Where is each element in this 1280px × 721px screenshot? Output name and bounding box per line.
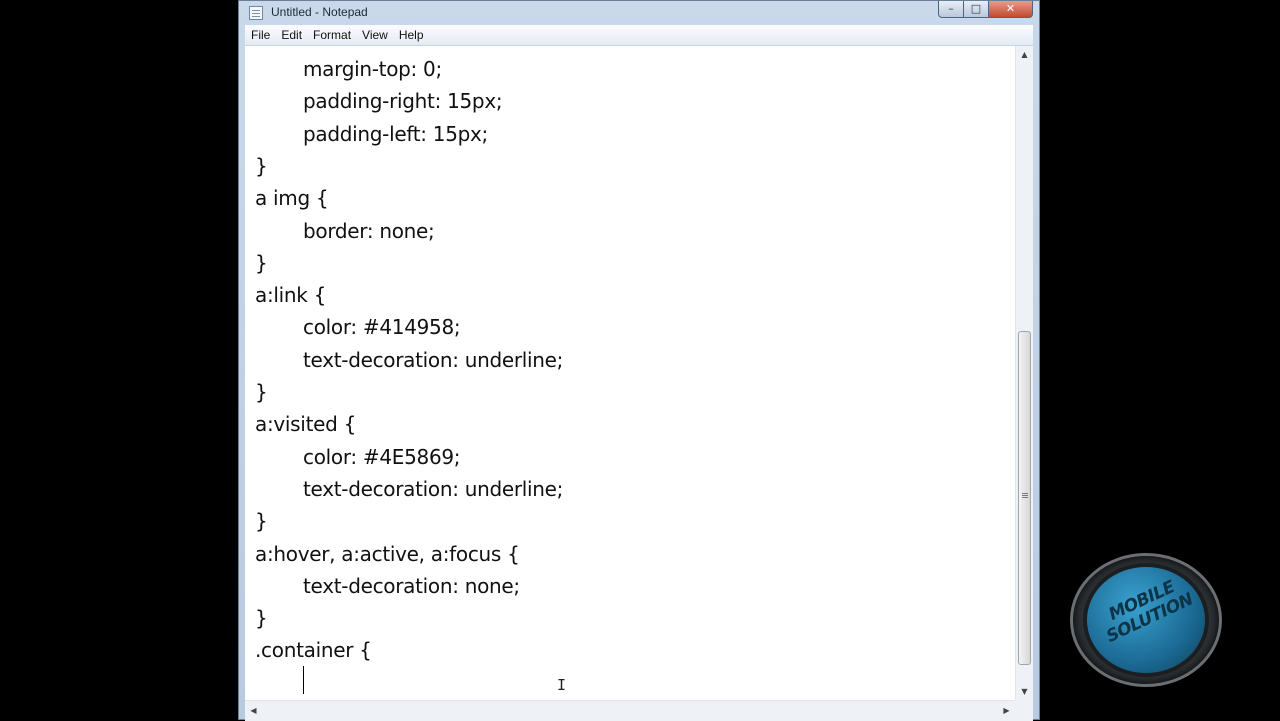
scroll-up-icon[interactable]: ▲ <box>1016 46 1033 63</box>
code-line: } <box>255 380 268 404</box>
notepad-window: Untitled - Notepad – □ ✕ File Edit Forma… <box>238 0 1040 721</box>
code-line: text-decoration: underline; <box>303 347 564 372</box>
logo-text: MOBILE SOLUTION <box>1084 568 1207 652</box>
watermark-logo: MOBILE SOLUTION <box>1073 556 1219 684</box>
code-line: color: #414958; <box>303 315 461 340</box>
code-line: color: #4E5869; <box>303 444 461 469</box>
menu-edit[interactable]: Edit <box>275 28 307 42</box>
code-line: a:link { <box>255 283 327 308</box>
scroll-left-icon[interactable]: ◀ <box>245 701 262 721</box>
code-line: margin-top: 0; <box>303 57 442 81</box>
code-line: a img { <box>255 186 329 211</box>
horizontal-scrollbar[interactable]: ◀ ▶ <box>245 700 1015 721</box>
code-line: text-decoration: none; <box>303 573 520 598</box>
menu-help[interactable]: Help <box>393 28 429 42</box>
code-line: padding-left: 15px; <box>303 121 488 146</box>
code-line: padding-right: 15px; <box>303 89 503 114</box>
code-line: } <box>255 153 268 178</box>
logo-face: MOBILE SOLUTION <box>1087 567 1205 673</box>
window-title: Untitled - Notepad <box>271 5 368 19</box>
vertical-scrollbar[interactable]: ▲ ▼ <box>1015 46 1033 700</box>
minimize-button[interactable]: – <box>938 1 964 18</box>
vertical-scroll-thumb[interactable] <box>1018 331 1031 665</box>
title-bar[interactable]: Untitled - Notepad – □ ✕ <box>239 1 1039 25</box>
code-line: a:hover, a:active, a:focus { <box>255 541 520 566</box>
code-line: .container { <box>255 638 372 663</box>
code-line: } <box>255 250 268 275</box>
scrollbar-corner <box>1015 700 1033 721</box>
scroll-right-icon[interactable]: ▶ <box>998 701 1015 721</box>
window-controls: – □ ✕ <box>938 1 1033 18</box>
menu-format[interactable]: Format <box>307 28 356 42</box>
code-line: } <box>255 606 268 631</box>
notepad-icon <box>249 6 263 20</box>
menu-bar: File Edit Format View Help <box>245 25 1033 46</box>
close-button[interactable]: ✕ <box>989 1 1033 18</box>
code-line: a:visited { <box>255 412 356 437</box>
scroll-down-icon[interactable]: ▼ <box>1016 683 1033 700</box>
maximize-button[interactable]: □ <box>964 1 989 18</box>
code-line: } <box>255 509 268 534</box>
code-line: text-decoration: underline; <box>303 476 564 501</box>
text-editor[interactable]: I margin-top: 0; padding-right: 15px; padd… <box>245 46 1015 700</box>
code-line: border: none; <box>303 218 435 243</box>
ibeam-cursor-icon: I <box>557 676 567 694</box>
menu-file[interactable]: File <box>245 28 275 42</box>
menu-view[interactable]: View <box>356 28 393 42</box>
scroll-grip-icon <box>1022 493 1028 494</box>
text-caret <box>303 666 304 694</box>
